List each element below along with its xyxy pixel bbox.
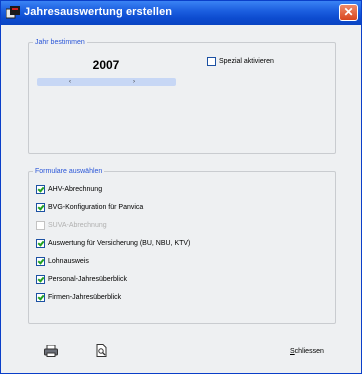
form-checkbox[interactable]: [36, 293, 45, 302]
year-value: 2007: [92, 58, 120, 72]
form-checkbox[interactable]: [36, 239, 45, 248]
form-checkbox[interactable]: [36, 221, 45, 230]
year-group-legend: Jahr bestimmen: [35, 39, 85, 46]
special-checkbox-label: Spezial aktivieren: [219, 58, 274, 65]
form-label: Firmen-Jahresüberblick: [48, 294, 122, 301]
special-checkbox[interactable]: [207, 57, 216, 66]
year-prev-button[interactable]: ‹: [69, 78, 71, 86]
window-title: Jahresauswertung erstellen: [24, 6, 173, 18]
year-scroller[interactable]: ‹ ›: [37, 78, 176, 86]
form-label: Lohnausweis: [48, 258, 89, 265]
app-icon: [6, 6, 20, 19]
printer-icon[interactable]: [44, 345, 58, 357]
form-label: SUVA-Abrechnung: [48, 222, 107, 229]
year-next-button[interactable]: ›: [133, 78, 135, 86]
title-bar[interactable]: Jahresauswertung erstellen ✕: [1, 1, 361, 25]
close-window-button[interactable]: ✕: [339, 4, 358, 21]
form-label: AHV-Abrechnung: [48, 186, 103, 193]
form-label: Auswertung für Versicherung (BU, NBU, KT…: [48, 240, 191, 247]
print-preview-icon[interactable]: [96, 344, 108, 357]
schliessen-label: chliessen: [294, 348, 324, 355]
form-checkbox[interactable]: [36, 203, 45, 212]
form-checkbox[interactable]: [36, 185, 45, 194]
year-group: Jahr bestimmen: [28, 38, 336, 154]
form-label: BVG-Konfiguration für Panvica: [48, 204, 144, 211]
dialog-window: Jahresauswertung erstellen ✕ Jahr bestim…: [0, 0, 362, 374]
form-label: Personal-Jahresüberblick: [48, 276, 127, 283]
form-checkbox[interactable]: [36, 257, 45, 266]
schliessen-button[interactable]: Schliessen: [290, 348, 324, 355]
forms-group-legend: Formulare auswählen: [35, 168, 103, 175]
close-icon: ✕: [343, 5, 354, 19]
form-checkbox[interactable]: [36, 275, 45, 284]
